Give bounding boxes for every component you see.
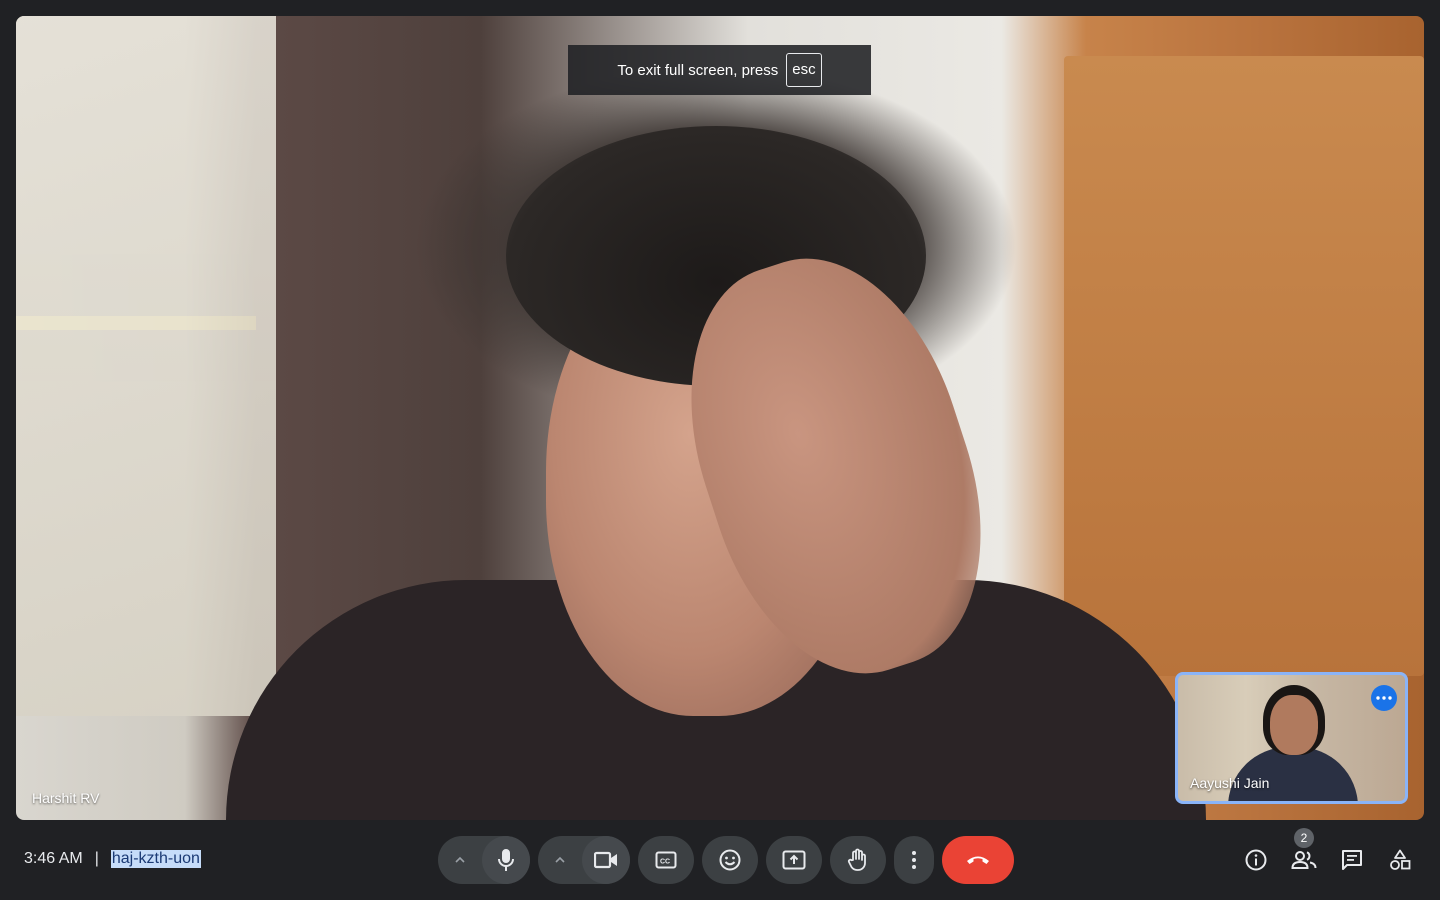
audio-options-chevron-up-icon[interactable] [438,836,482,884]
svg-text:CC: CC [660,859,670,866]
more-options-icon[interactable] [1371,685,1397,711]
meeting-separator: | [94,850,99,867]
people-count-badge: 2 [1294,828,1314,848]
background-cabinet [1064,56,1424,676]
fullscreen-toast-text: To exit full screen, press [617,61,779,79]
activities-icon [1390,849,1411,870]
side-panel-controls: 2 [1232,828,1424,884]
background-shelf [16,16,276,716]
meeting-code[interactable]: haj-kzth-uon [110,850,201,868]
end-call-button[interactable] [942,836,1014,884]
activities-button[interactable] [1376,836,1424,884]
bottom-control-bar: 3:46 AM | haj-kzth-uon CC 2 [0,820,1440,900]
video-control-group [538,836,630,884]
esc-key-hint: esc [786,53,822,87]
reactions-button[interactable] [702,836,758,884]
chat-icon [1342,850,1362,870]
hand-icon [847,848,866,871]
people-button[interactable]: 2 [1280,828,1328,884]
meeting-details: 3:46 AM | haj-kzth-uon [24,850,201,868]
chat-button[interactable] [1328,836,1376,884]
meeting-time: 3:46 AM [24,850,83,867]
call-controls: CC [438,836,1014,884]
meeting-details-button[interactable] [1232,836,1280,884]
main-participant-name: Harshit RV [32,790,100,806]
present-screen-icon [782,850,806,870]
people-icon [1291,851,1317,869]
self-view-tile[interactable]: Aayushi Jain [1175,672,1408,804]
emoji-icon [719,849,741,871]
pip-participant-name: Aayushi Jain [1190,775,1270,791]
captions-button[interactable]: CC [638,836,694,884]
call-end-icon [967,856,989,864]
video-options-chevron-up-icon[interactable] [538,836,582,884]
fullscreen-exit-toast: To exit full screen, press esc [568,45,871,95]
more-options-button[interactable] [894,836,934,884]
raise-hand-button[interactable] [830,836,886,884]
videocam-icon [594,851,617,869]
closed-captions-icon: CC [655,851,677,869]
present-screen-button[interactable] [766,836,822,884]
camera-toggle-button[interactable] [582,836,630,884]
info-icon [1245,849,1267,871]
audio-control-group [438,836,530,884]
more-vert-icon [912,851,916,869]
mic-icon [498,849,514,871]
mic-toggle-button[interactable] [482,836,530,884]
